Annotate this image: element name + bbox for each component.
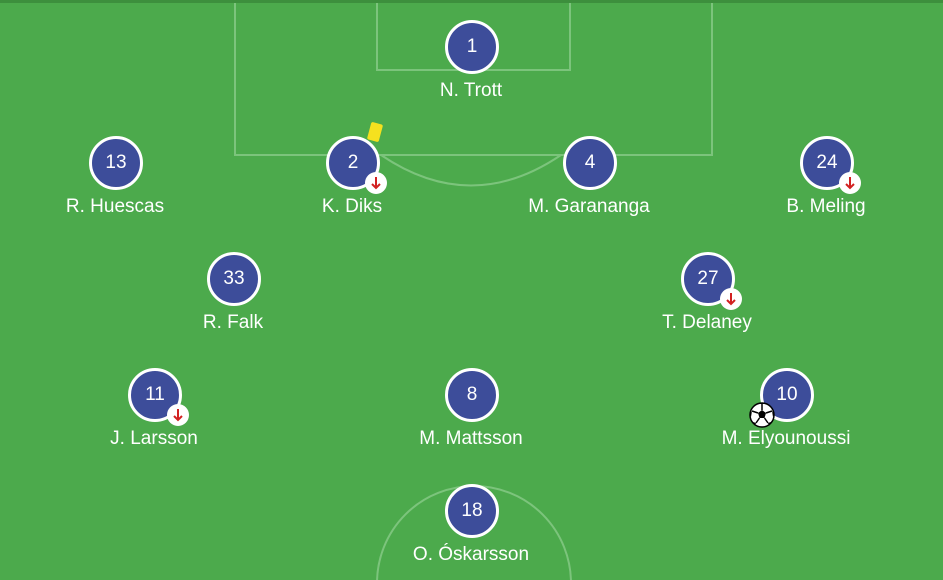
player-number: 4 (563, 136, 617, 190)
player-card-11[interactable]: 11 J. Larsson (54, 368, 254, 449)
player-number: 18 (445, 484, 499, 538)
substitution-off-icon (720, 288, 742, 310)
player-number: 33 (207, 252, 261, 306)
player-name: B. Meling (786, 196, 866, 217)
player-card-33[interactable]: 33 R. Falk (133, 252, 333, 333)
substitution-off-icon (839, 172, 861, 194)
goal-ball-icon (749, 402, 775, 428)
player-card-24[interactable]: 24 B. Meling (726, 136, 926, 217)
player-card-18[interactable]: 18 O. Óskarsson (371, 484, 571, 565)
substitution-off-icon (167, 404, 189, 426)
player-name: M. Elyounoussi (721, 428, 851, 449)
player-name: R. Falk (202, 312, 264, 333)
substitution-off-icon (365, 172, 387, 194)
player-name: R. Huescas (65, 196, 165, 217)
player-card-4[interactable]: 4 M. Garananga (489, 136, 689, 217)
player-name: O. Óskarsson (412, 544, 530, 565)
pitch: 1 N. Trott 13 R. Huescas 2 K. Diks 4 M. … (0, 0, 943, 580)
player-name: M. Garananga (528, 196, 650, 217)
player-name: J. Larsson (110, 428, 198, 449)
player-card-1[interactable]: 1 N. Trott (371, 20, 571, 101)
player-card-8[interactable]: 8 M. Mattsson (371, 368, 571, 449)
player-card-2[interactable]: 2 K. Diks (252, 121, 452, 217)
player-card-13[interactable]: 13 R. Huescas (15, 136, 215, 217)
player-card-10[interactable]: 10 M. Elyounoussi (686, 368, 886, 449)
player-number: 8 (445, 368, 499, 422)
player-name: N. Trott (439, 80, 503, 101)
player-name: T. Delaney (662, 312, 752, 333)
player-card-27[interactable]: 27 T. Delaney (607, 252, 807, 333)
player-number: 13 (89, 136, 143, 190)
player-name: K. Diks (321, 196, 383, 217)
player-name: M. Mattsson (419, 428, 523, 449)
player-number: 1 (445, 20, 499, 74)
